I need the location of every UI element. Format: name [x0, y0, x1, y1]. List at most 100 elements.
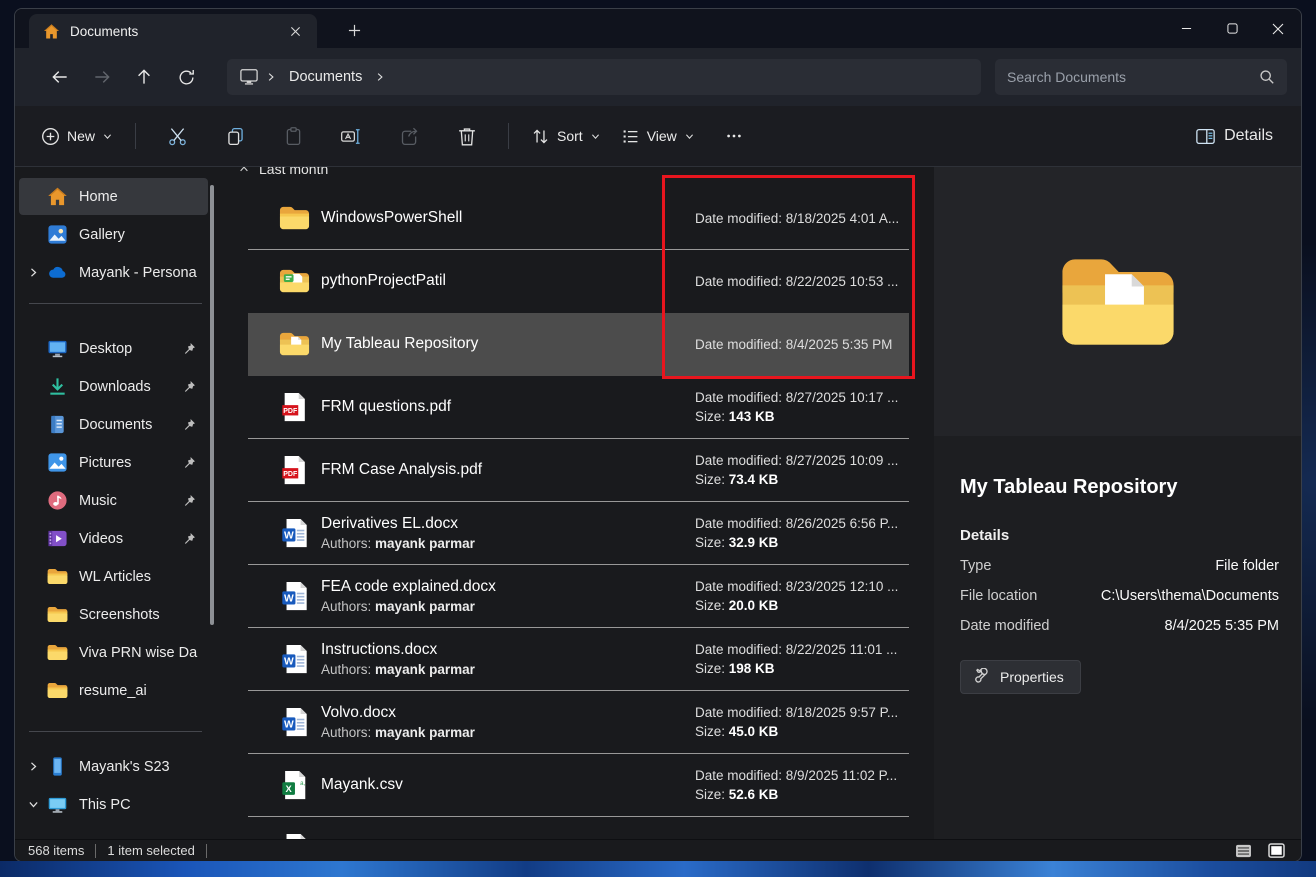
file-row-frm-questions[interactable]: FRM questions.pdf Date modified: 8/27/20…: [248, 376, 909, 439]
home-icon: [43, 23, 60, 40]
wrench-icon: [974, 668, 991, 685]
chevron-down-icon: [684, 131, 695, 142]
sort-label: Sort: [557, 128, 583, 144]
new-tab-button[interactable]: [339, 17, 369, 43]
breadcrumb-chevron-icon: [265, 71, 277, 83]
refresh-button[interactable]: [165, 58, 207, 96]
chevron-down-icon: [590, 131, 601, 142]
desktop-wallpaper-strip: [0, 861, 1316, 877]
sidebar-item-screenshots[interactable]: Screenshots: [19, 596, 208, 633]
onedrive-cloud-icon: [47, 262, 68, 283]
forward-button[interactable]: [81, 58, 123, 96]
properties-button[interactable]: Properties: [960, 660, 1081, 694]
view-list-icon: [621, 127, 640, 146]
videos-icon: [47, 528, 68, 549]
details-view-button[interactable]: [1232, 842, 1255, 860]
toolbar-divider: [135, 123, 136, 149]
sidebar-divider: [29, 731, 202, 732]
collapse-chevron-icon[interactable]: [238, 167, 250, 175]
sidebar-item-downloads[interactable]: Downloads: [19, 368, 208, 405]
tab-close-icon[interactable]: [283, 19, 307, 43]
sidebar-item-onedrive[interactable]: Mayank - Persona: [19, 254, 208, 291]
large-icons-view-button[interactable]: [1265, 842, 1288, 860]
breadcrumb-chevron-icon[interactable]: [374, 71, 386, 83]
details-pane: My Tableau Repository Details Type File …: [934, 167, 1301, 839]
file-row-fea-code-explained[interactable]: FEA code explained.docx Authors: mayank …: [248, 565, 909, 628]
view-button[interactable]: View: [611, 119, 705, 154]
maximize-button[interactable]: [1209, 9, 1255, 48]
sidebar-item-wl-articles[interactable]: WL Articles: [19, 558, 208, 595]
sidebar-item-phone[interactable]: Mayank's S23: [19, 748, 208, 785]
toolbar-divider: [508, 123, 509, 149]
sidebar-divider: [29, 303, 202, 304]
up-button[interactable]: [123, 58, 165, 96]
close-icon: [1272, 23, 1284, 35]
minimize-button[interactable]: [1163, 9, 1209, 48]
back-button[interactable]: [39, 58, 81, 96]
plus-circle-icon: [41, 127, 60, 146]
sidebar-scrollbar[interactable]: [210, 185, 214, 625]
file-row-mayank-csv[interactable]: Mayank.csv Date modified: 8/9/2025 11:02…: [248, 754, 909, 817]
status-divider: [206, 844, 207, 858]
file-row-frm-case-analysis[interactable]: FRM Case Analysis.pdf Date modified: 8/2…: [248, 439, 909, 502]
address-bar[interactable]: Documents: [227, 59, 981, 95]
phone-icon: [47, 756, 68, 777]
more-options-button[interactable]: [712, 116, 756, 156]
chevron-down-icon[interactable]: [27, 798, 40, 811]
delete-button[interactable]: [445, 116, 489, 156]
search-icon[interactable]: [1259, 69, 1275, 85]
status-divider: [95, 844, 96, 858]
file-row-volvo[interactable]: Volvo.docx Authors: mayank parmar Date m…: [248, 691, 909, 754]
pin-icon: [182, 342, 196, 356]
sort-button[interactable]: Sort: [521, 119, 611, 154]
new-button[interactable]: New: [31, 119, 123, 154]
sidebar-item-viva-prn[interactable]: Viva PRN wise Da: [19, 634, 208, 671]
chevron-right-icon[interactable]: [27, 760, 40, 773]
pdf-icon: [279, 455, 310, 485]
sidebar-item-home[interactable]: Home: [19, 178, 208, 215]
file-row-instructions[interactable]: Instructions.docx Authors: mayank parmar…: [248, 628, 909, 691]
close-button[interactable]: [1255, 9, 1301, 48]
share-button[interactable]: [387, 116, 431, 156]
breadcrumb-documents[interactable]: Documents: [289, 69, 362, 85]
file-row-windowspowershell[interactable]: WindowsPowerShell Date modified: 8/18/20…: [248, 187, 909, 250]
sidebar-item-documents[interactable]: Documents: [19, 406, 208, 443]
cut-button[interactable]: [155, 116, 199, 156]
view-label: View: [647, 128, 677, 144]
forward-icon: [92, 67, 112, 87]
refresh-icon: [177, 68, 196, 87]
rename-button[interactable]: [329, 116, 373, 156]
downloads-icon: [47, 376, 68, 397]
file-row-fea-mayank-report[interactable]: FEA Mayank Report.docx Date modified: 8/…: [248, 817, 909, 839]
file-row-pythonprojectpatil[interactable]: pythonProjectPatil Date modified: 8/22/2…: [248, 250, 909, 313]
details-pane-toggle[interactable]: Details: [1183, 119, 1285, 154]
word-icon: [279, 518, 310, 548]
chevron-right-icon[interactable]: [27, 266, 40, 279]
sidebar-item-this-pc[interactable]: This PC: [19, 786, 208, 823]
sidebar-item-music[interactable]: Music: [19, 482, 208, 519]
word-icon: [279, 707, 310, 737]
folder-preview-icon: [1057, 252, 1179, 352]
group-header-last-month[interactable]: Last month: [238, 167, 934, 177]
sidebar-item-resume-ai[interactable]: resume_ai: [19, 672, 208, 709]
pin-icon: [182, 380, 196, 394]
sidebar-item-gallery[interactable]: Gallery: [19, 216, 208, 253]
desktop-icon: [47, 338, 68, 359]
sidebar-item-pictures[interactable]: Pictures: [19, 444, 208, 481]
detail-row-type: Type File folder: [960, 558, 1279, 574]
pdf-icon: [279, 392, 310, 422]
documents-icon: [47, 414, 68, 435]
sidebar-item-desktop[interactable]: Desktop: [19, 330, 208, 367]
sidebar-item-videos[interactable]: Videos: [19, 520, 208, 557]
share-icon: [399, 126, 420, 147]
paste-button[interactable]: [271, 116, 315, 156]
detail-row-date-modified: Date modified 8/4/2025 5:35 PM: [960, 618, 1279, 634]
search-box[interactable]: [995, 59, 1287, 95]
search-input[interactable]: [1007, 69, 1259, 85]
word-icon: [279, 581, 310, 611]
file-row-derivatives-el[interactable]: Derivatives EL.docx Authors: mayank parm…: [248, 502, 909, 565]
folder-documents-icon: [279, 329, 310, 359]
explorer-tab-documents[interactable]: Documents: [29, 14, 317, 48]
file-row-my-tableau-repository[interactable]: My Tableau Repository Date modified: 8/4…: [248, 313, 909, 376]
copy-button[interactable]: [213, 116, 257, 156]
